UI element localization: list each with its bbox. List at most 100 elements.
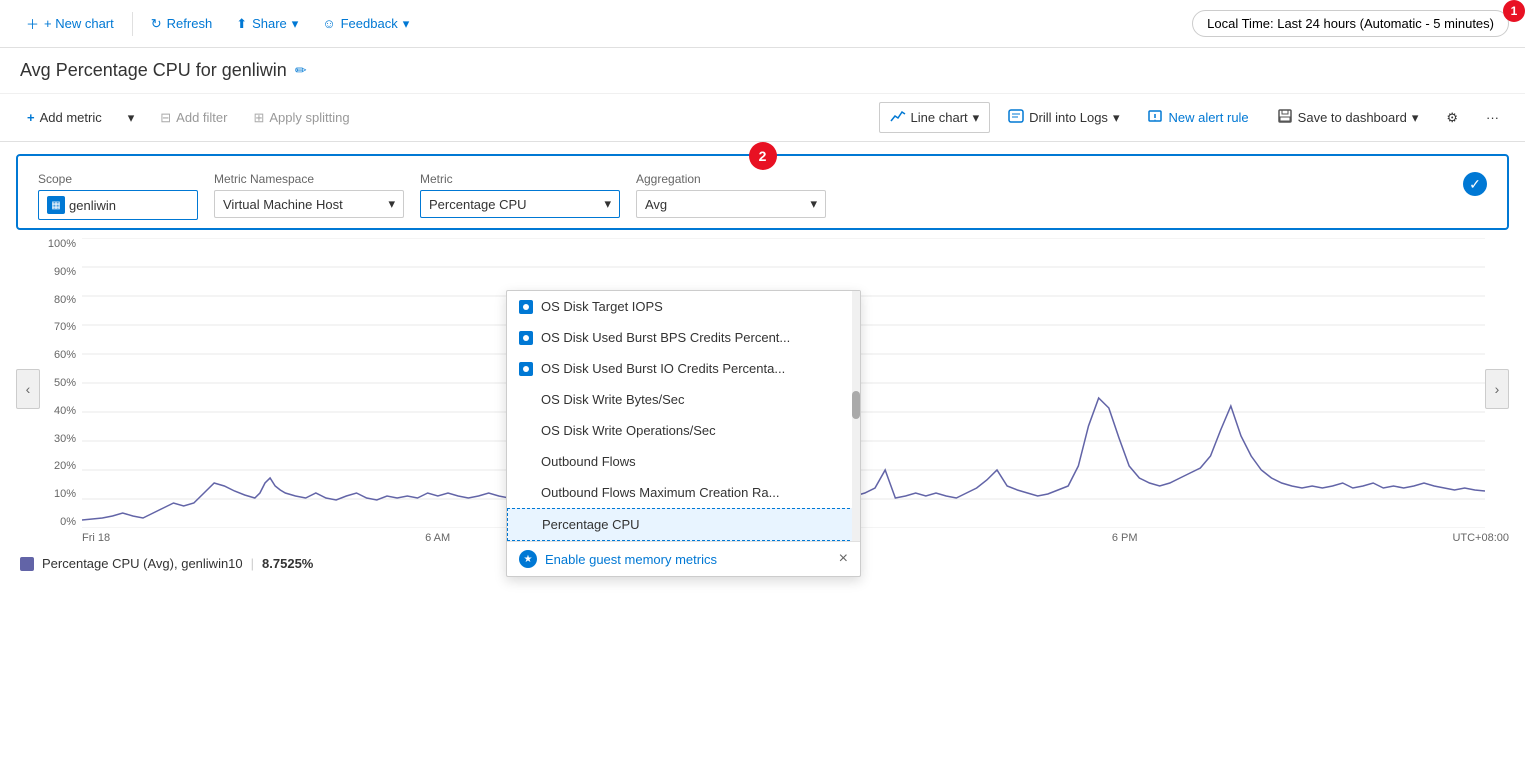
y-label-30: 30% bbox=[40, 433, 82, 445]
namespace-group: Metric Namespace Virtual Machine Host ▾ bbox=[214, 172, 404, 218]
filter-icon: ⊟ bbox=[160, 110, 171, 126]
x-label-6pm: 6 PM bbox=[1112, 532, 1138, 544]
y-label-80: 80% bbox=[40, 294, 82, 306]
add-metric-button[interactable]: + Add metric bbox=[16, 103, 113, 132]
page-title: Avg Percentage CPU for genliwin bbox=[20, 60, 287, 81]
dropdown-item[interactable]: OS Disk Write Operations/Sec bbox=[507, 415, 860, 446]
dropdown-item[interactable]: OS Disk Write Bytes/Sec bbox=[507, 384, 860, 415]
feedback-icon: ☺ bbox=[322, 16, 335, 31]
y-label-40: 40% bbox=[40, 405, 82, 417]
step-badge-2: 2 bbox=[749, 142, 777, 170]
settings-button[interactable]: ⚙ bbox=[1436, 104, 1468, 132]
apply-splitting-label: Apply splitting bbox=[269, 110, 349, 125]
dropdown-item-label: Percentage CPU bbox=[542, 517, 640, 532]
dropdown-scroll-container: OS Disk Target IOPS OS Disk Used Burst B… bbox=[507, 291, 860, 541]
close-dropdown-button[interactable]: × bbox=[839, 550, 848, 568]
apply-splitting-button[interactable]: ⊞ Apply splitting bbox=[242, 103, 360, 133]
y-label-20: 20% bbox=[40, 460, 82, 472]
plus-icon-blue: + bbox=[27, 110, 35, 125]
action-bar-right: Line chart ▾ Drill into Logs ▾ New alert… bbox=[879, 102, 1509, 133]
new-chart-button[interactable]: ＋ + New chart bbox=[16, 8, 124, 39]
save-to-dashboard-button[interactable]: Save to dashboard ▾ bbox=[1267, 103, 1429, 132]
ellipsis-icon: ··· bbox=[1486, 110, 1499, 125]
x-label-fri18: Fri 18 bbox=[82, 532, 110, 544]
line-chart-button[interactable]: Line chart ▾ bbox=[879, 102, 991, 133]
add-filter-label: Add filter bbox=[176, 110, 227, 125]
dropdown-item[interactable]: OS Disk Target IOPS bbox=[507, 291, 860, 322]
new-alert-rule-label: New alert rule bbox=[1168, 110, 1248, 125]
dropdown-item-label: OS Disk Target IOPS bbox=[541, 299, 663, 314]
metric-dropdown-menu: OS Disk Target IOPS OS Disk Used Burst B… bbox=[506, 290, 861, 577]
metric-dot-icon bbox=[519, 331, 533, 345]
y-label-60: 60% bbox=[40, 349, 82, 361]
dropdown-item-selected[interactable]: Percentage CPU bbox=[507, 508, 860, 541]
plus-icon: ＋ bbox=[26, 14, 39, 33]
dropdown-item-label: OS Disk Write Operations/Sec bbox=[541, 423, 716, 438]
add-metric-dropdown-button[interactable]: ▾ bbox=[117, 103, 146, 133]
dropdown-item-list: OS Disk Target IOPS OS Disk Used Burst B… bbox=[507, 291, 860, 541]
feedback-button[interactable]: ☺ Feedback ▾ bbox=[312, 10, 419, 38]
legend-separator: | bbox=[251, 556, 254, 571]
refresh-button[interactable]: ↻ Refresh bbox=[141, 10, 222, 38]
aggregation-label: Aggregation bbox=[636, 172, 826, 186]
metric-dropdown[interactable]: Percentage CPU ▾ bbox=[420, 190, 620, 218]
drill-into-logs-button[interactable]: Drill into Logs ▾ bbox=[998, 103, 1129, 132]
enable-guest-memory-link[interactable]: Enable guest memory metrics bbox=[545, 552, 717, 567]
share-button[interactable]: ⬆ Share ▾ bbox=[226, 10, 308, 38]
edit-icon[interactable]: ✏ bbox=[295, 62, 307, 79]
dropdown-item-label: Outbound Flows Maximum Creation Ra... bbox=[541, 485, 779, 500]
y-label-50: 50% bbox=[40, 377, 82, 389]
dropdown-item[interactable]: OS Disk Used Burst BPS Credits Percent..… bbox=[507, 322, 860, 353]
alert-icon bbox=[1147, 109, 1163, 126]
chevron-down-icon-agg: ▾ bbox=[810, 196, 817, 212]
enable-guest-label: Enable guest memory metrics bbox=[545, 552, 717, 567]
scrollbar-thumb[interactable] bbox=[852, 391, 860, 419]
aggregation-value: Avg bbox=[645, 197, 667, 212]
refresh-label: Refresh bbox=[167, 16, 213, 31]
chart-nav-right-button[interactable]: › bbox=[1485, 369, 1509, 409]
confirm-button[interactable]: ✓ bbox=[1463, 172, 1487, 196]
line-chart-icon bbox=[890, 109, 906, 126]
dropdown-item[interactable]: Outbound Flows bbox=[507, 446, 860, 477]
dropdown-item[interactable]: OS Disk Used Burst IO Credits Percenta..… bbox=[507, 353, 860, 384]
save-to-dashboard-label: Save to dashboard bbox=[1298, 110, 1407, 125]
chart-nav-left-button[interactable]: ‹ bbox=[16, 369, 40, 409]
new-alert-rule-button[interactable]: New alert rule bbox=[1137, 103, 1258, 132]
add-metric-label: Add metric bbox=[40, 110, 102, 125]
dropdown-item-label: OS Disk Used Burst BPS Credits Percent..… bbox=[541, 330, 790, 345]
y-label-100: 100% bbox=[40, 238, 82, 250]
new-chart-label: + New chart bbox=[44, 16, 114, 31]
split-icon: ⊞ bbox=[253, 110, 264, 126]
namespace-value: Virtual Machine Host bbox=[223, 197, 343, 212]
feedback-label: Feedback bbox=[341, 16, 398, 31]
metric-group: Metric Percentage CPU ▾ bbox=[420, 172, 620, 218]
line-chart-label: Line chart bbox=[911, 110, 968, 125]
aggregation-dropdown[interactable]: Avg ▾ bbox=[636, 190, 826, 218]
legend-label: Percentage CPU (Avg), genliwin10 bbox=[42, 556, 243, 571]
chevron-down-icon-ns: ▾ bbox=[388, 196, 395, 212]
more-button[interactable]: ··· bbox=[1476, 104, 1509, 131]
divider-1 bbox=[132, 12, 133, 36]
namespace-dropdown[interactable]: Virtual Machine Host ▾ bbox=[214, 190, 404, 218]
drill-into-logs-label: Drill into Logs bbox=[1029, 110, 1108, 125]
metric-dot-icon bbox=[519, 362, 533, 376]
refresh-icon: ↻ bbox=[151, 16, 162, 32]
page-title-bar: Avg Percentage CPU for genliwin ✏ bbox=[0, 48, 1525, 94]
scope-input[interactable]: ▦ genliwin bbox=[38, 190, 198, 220]
scrollbar-track bbox=[852, 291, 860, 541]
x-label-6am: 6 AM bbox=[425, 532, 450, 544]
metric-value: Percentage CPU bbox=[429, 197, 527, 212]
logs-icon bbox=[1008, 109, 1024, 126]
y-label-70: 70% bbox=[40, 321, 82, 333]
gear-icon: ⚙ bbox=[1446, 110, 1458, 126]
dropdown-item[interactable]: Outbound Flows Maximum Creation Ra... bbox=[507, 477, 860, 508]
chevron-down-icon-m: ▾ bbox=[604, 196, 611, 212]
y-axis: 0% 10% 20% 30% 40% 50% 60% 70% 80% 90% 1… bbox=[40, 238, 82, 528]
metric-selector-row: 2 Scope ▦ genliwin Metric Namespace Virt… bbox=[16, 154, 1509, 230]
add-filter-button[interactable]: ⊟ Add filter bbox=[149, 103, 238, 133]
time-selector-button[interactable]: Local Time: Last 24 hours (Automatic - 5… bbox=[1192, 10, 1509, 37]
time-selector-label: Local Time: Last 24 hours (Automatic - 5… bbox=[1207, 16, 1494, 31]
dropdown-item-label: OS Disk Used Burst IO Credits Percenta..… bbox=[541, 361, 785, 376]
metric-label: Metric bbox=[420, 172, 620, 186]
y-label-90: 90% bbox=[40, 266, 82, 278]
